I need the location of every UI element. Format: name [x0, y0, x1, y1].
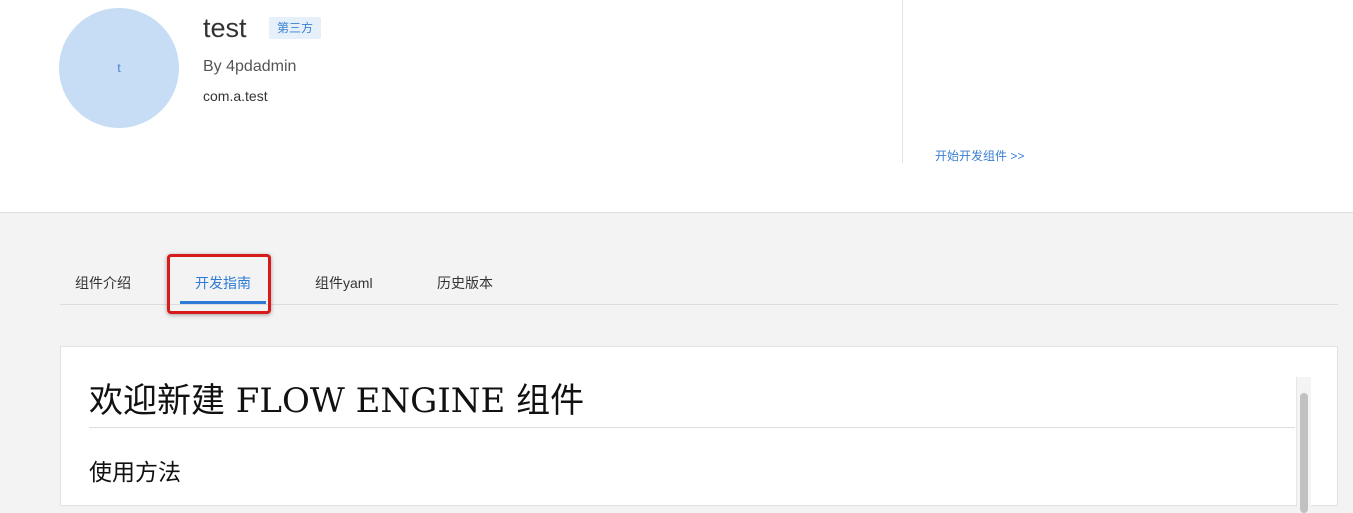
tab-dev-guide[interactable]: 开发指南: [180, 262, 266, 304]
scrollbar[interactable]: [1296, 377, 1311, 513]
avatar: t: [59, 8, 179, 128]
component-title: test: [203, 13, 247, 43]
tab-bar: 组件介绍 开发指南 组件yaml 历史版本: [60, 262, 1338, 305]
tab-intro[interactable]: 组件介绍: [75, 262, 131, 304]
author-text: By 4pdadmin: [203, 58, 297, 75]
component-header: t test 第三方 By 4pdadmin com.a.test 开始开发组件…: [0, 0, 1353, 213]
avatar-letter: t: [117, 61, 121, 75]
heading-divider: [89, 427, 1295, 428]
source-badge: 第三方: [269, 17, 322, 39]
package-name: com.a.test: [203, 88, 268, 104]
doc-heading: 欢迎新建 FLOW ENGINE 组件: [89, 381, 585, 421]
vertical-divider: [902, 0, 903, 163]
start-development-link[interactable]: 开始开发组件 >>: [935, 147, 1024, 164]
tab-yaml[interactable]: 组件yaml: [315, 262, 373, 304]
tab-history[interactable]: 历史版本: [437, 262, 493, 304]
scrollbar-thumb[interactable]: [1300, 393, 1308, 513]
doc-panel: 欢迎新建 FLOW ENGINE 组件 使用方法: [60, 346, 1338, 513]
doc-subheading: 使用方法: [89, 460, 181, 486]
